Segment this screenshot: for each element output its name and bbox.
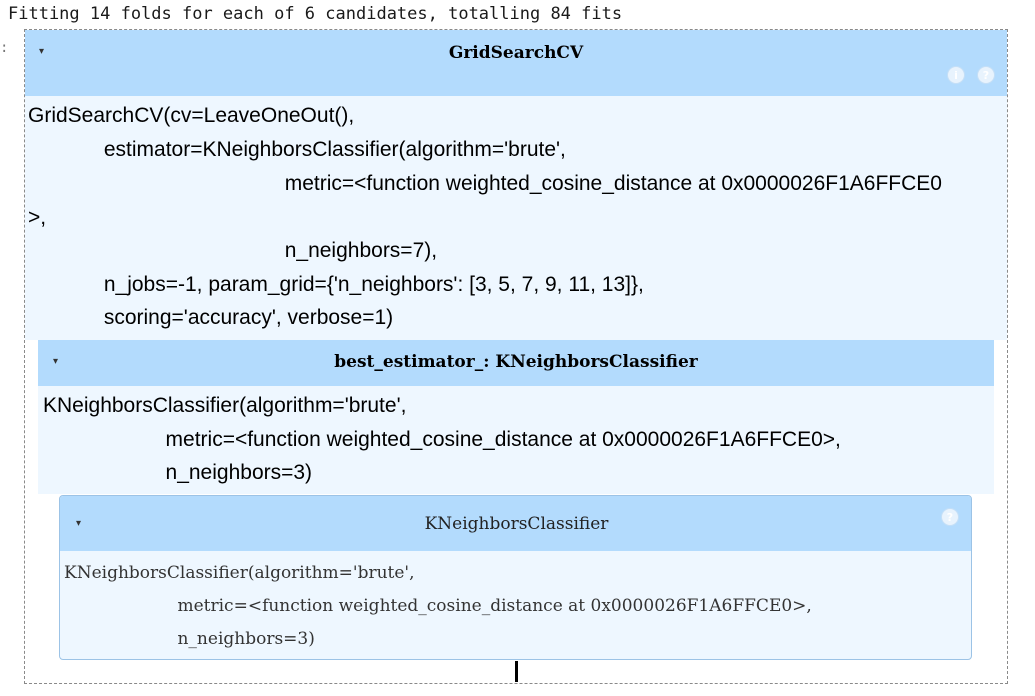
- gridsearch-title: GridSearchCV: [448, 43, 584, 63]
- code-line: GridSearchCV(cv=LeaveOneOut(),: [28, 104, 355, 127]
- knn-card: ▾ KNeighborsClassifier ? KNeighborsClass…: [59, 495, 972, 660]
- code-line: n_neighbors=7),: [28, 239, 438, 262]
- stdout-text: Fitting 14 folds for each of 6 candidate…: [8, 4, 623, 24]
- info-icon[interactable]: i: [947, 66, 965, 84]
- best-estimator-body: KNeighborsClassifier(algorithm='brute', …: [38, 386, 994, 494]
- code-line: KNeighborsClassifier(algorithm='brute',: [64, 563, 415, 583]
- help-icon[interactable]: ?: [977, 66, 995, 84]
- cell-margin-marker: :: [0, 40, 9, 56]
- best-estimator-header[interactable]: ▾ best_estimator_: KNeighborsClassifier: [38, 340, 994, 386]
- text-cursor: [515, 661, 518, 682]
- knn-header[interactable]: ▾ KNeighborsClassifier ?: [60, 496, 971, 551]
- knn-title: KNeighborsClassifier: [424, 514, 609, 534]
- code-line: metric=<function weighted_cosine_distanc…: [28, 172, 942, 195]
- code-line: n_jobs=-1, param_grid={'n_neighbors': [3…: [28, 273, 644, 296]
- code-line: KNeighborsClassifier(algorithm='brute',: [43, 394, 407, 417]
- code-line: n_neighbors=3): [64, 629, 315, 649]
- best-estimator-title: best_estimator_: KNeighborsClassifier: [334, 352, 698, 372]
- code-line: n_neighbors=3): [43, 461, 313, 484]
- gridsearch-body: GridSearchCV(cv=LeaveOneOut(), estimator…: [25, 96, 1007, 340]
- code-line: >,: [28, 206, 47, 229]
- code-line: scoring='accuracy', verbose=1): [28, 306, 394, 329]
- code-line: estimator=KNeighborsClassifier(algorithm…: [28, 138, 566, 161]
- gridsearch-header[interactable]: ▾ GridSearchCV i ?: [25, 30, 1007, 96]
- code-line: metric=<function weighted_cosine_distanc…: [64, 596, 812, 616]
- code-line: metric=<function weighted_cosine_distanc…: [43, 428, 841, 451]
- help-icon[interactable]: ?: [941, 508, 959, 526]
